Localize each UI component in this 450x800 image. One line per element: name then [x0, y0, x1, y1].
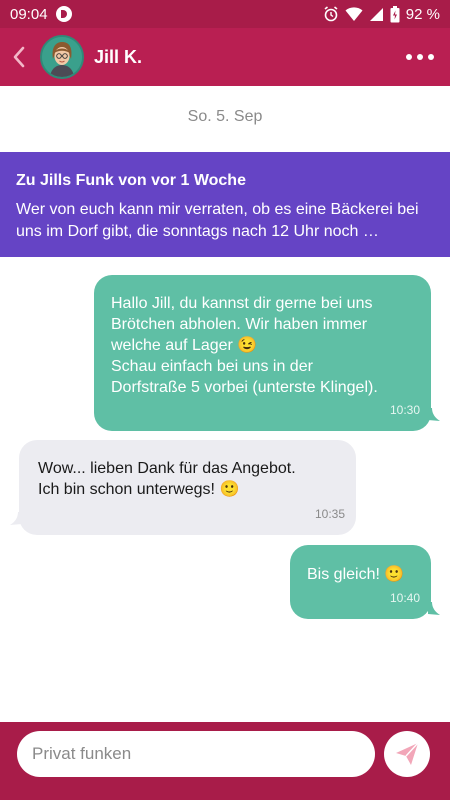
message-text-line: Dorfstraße 5 vorbei (unterste Klingel). [111, 379, 378, 396]
status-bar: 09:04 92 % [0, 0, 450, 28]
chevron-left-icon [13, 46, 25, 68]
status-icons: 92 % [323, 5, 440, 23]
message-text-line: Hallo Jill, du kannst dir gerne bei uns [111, 295, 373, 312]
message-timestamp: 10:35 [314, 507, 345, 521]
chat-header: Jill K. [0, 28, 450, 86]
more-horizontal-icon [406, 54, 412, 60]
message-text-line: welche auf Lager 😉 [111, 337, 258, 354]
status-time: 09:04 [10, 5, 48, 23]
alarm-icon [324, 6, 338, 22]
send-button[interactable] [384, 731, 430, 777]
avatar-illustration [42, 37, 82, 77]
battery-level: 92 % [405, 5, 440, 23]
message-text-line: Wow... lieben Dank für das Angebot. [38, 460, 296, 477]
message-text-line: Schau einfach bei uns in der [111, 358, 313, 375]
message-timestamp: 10:40 [389, 591, 420, 605]
referenced-post-text: Wer von euch kann mir verraten, ob es ei… [16, 201, 419, 240]
message-text-line: Bis gleich! 🙂 [307, 566, 405, 583]
message-bubble-incoming[interactable]: Wow... lieben Dank für das Angebot. Ich … [19, 440, 356, 535]
message-bubble-outgoing[interactable]: Hallo Jill, du kannst dir gerne bei uns … [94, 275, 431, 431]
wifi-icon [345, 7, 363, 21]
message-text-line: Brötchen abholen. Wir haben immer [111, 316, 368, 333]
more-options-button[interactable] [406, 54, 434, 60]
cellular-signal-icon [369, 8, 383, 21]
avatar[interactable] [40, 35, 84, 79]
message-bubble-outgoing[interactable]: Bis gleich! 🙂 10:40 [290, 545, 431, 619]
contact-name[interactable]: Jill K. [94, 47, 142, 68]
message-composer [0, 722, 450, 800]
battery-icon [390, 5, 400, 22]
app-notification-icon [55, 6, 72, 22]
referenced-post-title: Zu Jills Funk von vor 1 Woche [16, 172, 246, 189]
paper-plane-icon [396, 742, 419, 765]
message-input[interactable] [17, 731, 375, 777]
message-timestamp: 10:30 [389, 403, 420, 417]
date-separator: So. 5. Sep [187, 108, 263, 125]
referenced-post-banner[interactable]: Zu Jills Funk von vor 1 Woche Wer von eu… [0, 152, 450, 257]
back-button[interactable] [2, 28, 36, 86]
message-text-line: Ich bin schon unterwegs! 🙂 [38, 481, 240, 498]
